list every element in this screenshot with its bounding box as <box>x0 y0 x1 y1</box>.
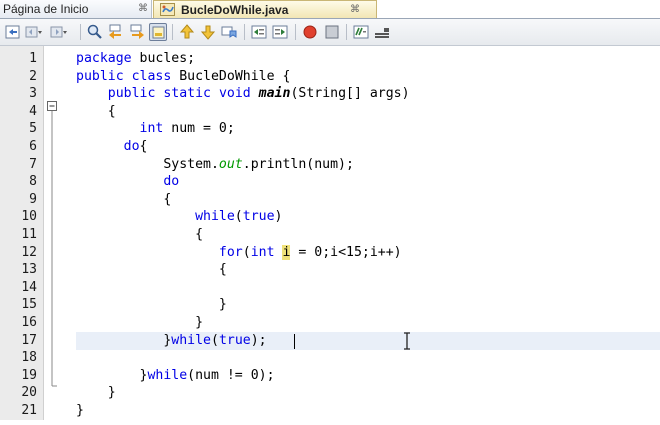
shift-right-icon[interactable] <box>271 23 289 41</box>
toolbar-separator <box>346 24 347 40</box>
code-line[interactable]: for(int i = 0;i<15;i++) <box>76 244 402 262</box>
code-line[interactable]: public static void main(String[] args) <box>76 85 410 103</box>
line-number: 10 <box>21 209 37 225</box>
forward-history-icon[interactable] <box>50 23 68 41</box>
back-dropdown-icon[interactable] <box>25 23 43 41</box>
tab-pagina-de-inicio[interactable]: Página de Inicio ⌘ <box>0 0 152 18</box>
code-line[interactable]: }while(num != 0); <box>76 367 275 385</box>
code-line[interactable]: } <box>76 314 203 332</box>
code-line[interactable]: while(true) <box>76 208 282 226</box>
line-number: 15 <box>21 297 37 313</box>
next-bookmark-icon[interactable] <box>199 23 217 41</box>
code-line[interactable]: { <box>76 226 203 244</box>
toolbar-separator <box>172 24 173 40</box>
line-number: 14 <box>21 279 37 295</box>
uncomment-icon[interactable] <box>373 23 391 41</box>
code-line[interactable]: } <box>76 296 227 314</box>
line-number: 8 <box>29 174 37 190</box>
code-line[interactable]: do{ <box>76 138 148 156</box>
line-number: 4 <box>29 103 37 119</box>
shift-left-icon[interactable] <box>250 23 268 41</box>
start-macro-icon[interactable] <box>301 23 319 41</box>
find-selection-icon[interactable] <box>86 23 104 41</box>
editor-toolbar <box>0 19 660 46</box>
line-number: 19 <box>21 367 37 383</box>
java-file-icon <box>160 3 175 16</box>
toggle-bookmark-icon[interactable] <box>220 23 238 41</box>
find-previous-icon[interactable] <box>107 23 125 41</box>
code-editor[interactable]: 1 2 3 4 5 6 7 8 9 10 11 12 13 14 15 16 17 18 19 20 21 packag… <box>0 46 660 420</box>
find-next-icon[interactable] <box>128 23 146 41</box>
code-line[interactable]: } <box>76 384 116 402</box>
back-history-icon[interactable] <box>4 23 22 41</box>
code-line[interactable]: } <box>76 402 84 420</box>
previous-bookmark-icon[interactable] <box>178 23 196 41</box>
code-line[interactable]: { <box>76 191 171 209</box>
tab-label: BucleDoWhile.java <box>181 2 289 17</box>
toolbar-separator <box>295 24 296 40</box>
line-number: 1 <box>29 51 37 66</box>
line-number: 6 <box>29 139 37 154</box>
stop-macro-icon[interactable] <box>323 23 341 41</box>
line-number-gutter: 1 2 3 4 5 6 7 8 9 10 11 12 13 14 15 16 17 18 19 20 21 <box>0 46 44 420</box>
code-line[interactable]: public class BucleDoWhile { <box>76 68 290 86</box>
line-number: 13 <box>21 262 37 278</box>
close-tab-icon[interactable]: ⌘ <box>138 3 148 14</box>
code-line[interactable]: do <box>76 173 179 191</box>
close-tab-icon[interactable]: ⌘ <box>350 4 360 15</box>
line-number: 17 <box>21 332 37 348</box>
line-number: 21 <box>21 403 37 418</box>
text-caret <box>294 333 295 349</box>
line-number: 16 <box>21 315 37 330</box>
toolbar-separator <box>80 24 81 40</box>
line-number: 18 <box>21 350 37 366</box>
code-line[interactable]: }while(true); <box>76 332 266 350</box>
fold-collapse-icon[interactable] <box>47 101 57 111</box>
code-line[interactable]: System.out.println(num); <box>76 156 354 174</box>
code-line[interactable]: { <box>76 261 227 279</box>
code-line[interactable]: { <box>76 103 116 121</box>
line-number: 7 <box>29 156 37 172</box>
comment-icon[interactable] <box>352 23 370 41</box>
editor-tab-bar: Página de Inicio ⌘ BucleDoWhile.java ⌘ <box>0 0 660 19</box>
line-number: 3 <box>29 86 37 102</box>
line-number: 2 <box>29 68 37 84</box>
code-line[interactable]: int num = 0; <box>76 120 235 138</box>
toolbar-separator <box>244 24 245 40</box>
tab-label: Página de Inicio <box>3 2 89 16</box>
toggle-highlight-icon[interactable] <box>149 23 167 41</box>
fold-column <box>46 46 66 420</box>
line-number: 9 <box>29 191 37 207</box>
line-number: 5 <box>29 121 37 137</box>
tab-bucledowhile-java[interactable]: BucleDoWhile.java ⌘ <box>153 0 377 18</box>
line-number: 12 <box>21 244 37 260</box>
code-line[interactable]: package bucles; <box>76 50 195 68</box>
line-number: 11 <box>21 227 37 242</box>
line-number: 20 <box>21 385 37 401</box>
mouse-ibeam-cursor <box>402 331 412 350</box>
